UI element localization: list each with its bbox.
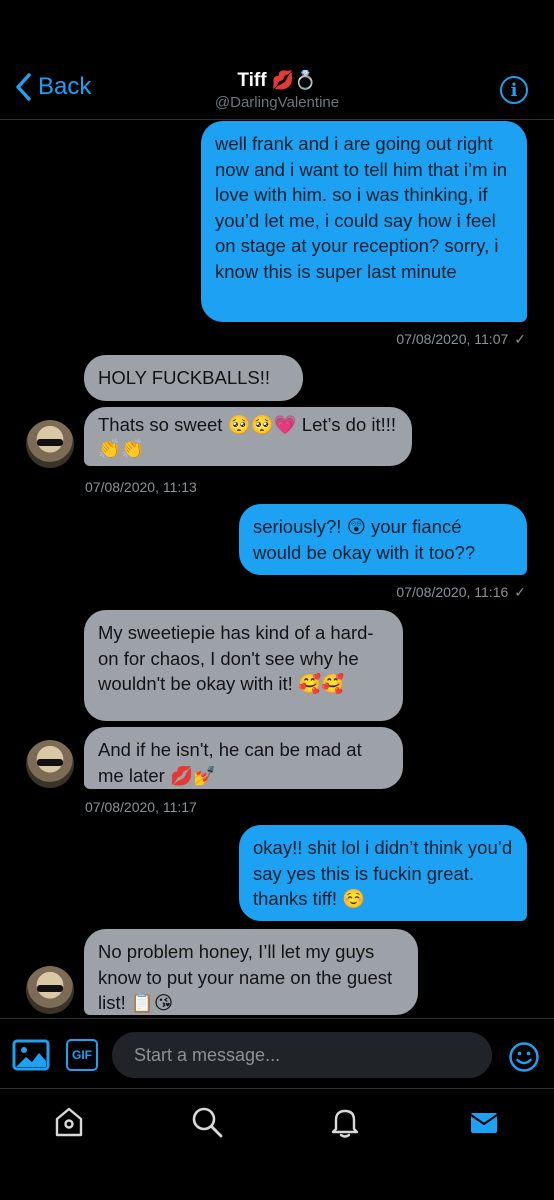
contact-name-emoji: 💋💍 [271, 70, 317, 90]
read-check-icon: ✓ [514, 331, 526, 347]
info-icon[interactable]: i [500, 76, 528, 104]
avatar[interactable] [26, 966, 74, 1014]
message-incoming[interactable]: No problem honey, I’ll let my guys know … [84, 929, 418, 1015]
conversation-title[interactable]: Tiff 💋💍 @DarlingValentine [0, 70, 554, 111]
message-incoming[interactable]: HOLY FUCKBALLS!! [84, 355, 303, 401]
emoji-icon[interactable] [508, 1041, 540, 1073]
message-incoming[interactable]: My sweetiepie has kind of a hard-on for … [84, 610, 403, 721]
messages-icon[interactable] [467, 1105, 501, 1139]
contact-handle: @DarlingValentine [214, 94, 340, 111]
message-list[interactable]: well frank and i are going out right now… [0, 120, 554, 1018]
message-outgoing[interactable]: well frank and i are going out right now… [201, 121, 527, 322]
message-outgoing[interactable]: seriously?! 😲 your fiancé would be okay … [239, 504, 527, 575]
notifications-icon[interactable] [328, 1105, 362, 1139]
avatar[interactable] [26, 740, 74, 788]
message-timestamp: 07/08/2020, 11:17 [85, 799, 197, 815]
message-outgoing[interactable]: okay!! shit lol i didn’t think you’d say… [239, 825, 527, 921]
message-timestamp: 07/08/2020, 11:13 [85, 479, 197, 495]
conversation-header: Back Tiff 💋💍 @DarlingValentine i [0, 0, 554, 120]
tab-bar [0, 1088, 554, 1200]
avatar[interactable] [26, 420, 74, 468]
home-icon[interactable] [52, 1105, 86, 1139]
message-input[interactable] [112, 1032, 492, 1078]
read-check-icon: ✓ [514, 584, 526, 600]
message-timestamp: 07/08/2020, 11:07 ✓ [396, 331, 526, 347]
search-icon[interactable] [190, 1105, 224, 1139]
message-incoming[interactable]: And if he isn't, he can be mad at me lat… [84, 727, 403, 789]
image-icon[interactable] [12, 1039, 50, 1071]
message-timestamp: 07/08/2020, 11:16 ✓ [396, 584, 526, 600]
message-incoming[interactable]: Thats so sweet 🥺🥺💗 Let’s do it!!! 👏👏 [84, 407, 412, 466]
contact-name: Tiff [237, 70, 267, 91]
gif-icon[interactable]: GIF [66, 1039, 98, 1071]
message-composer: GIF [0, 1018, 554, 1088]
